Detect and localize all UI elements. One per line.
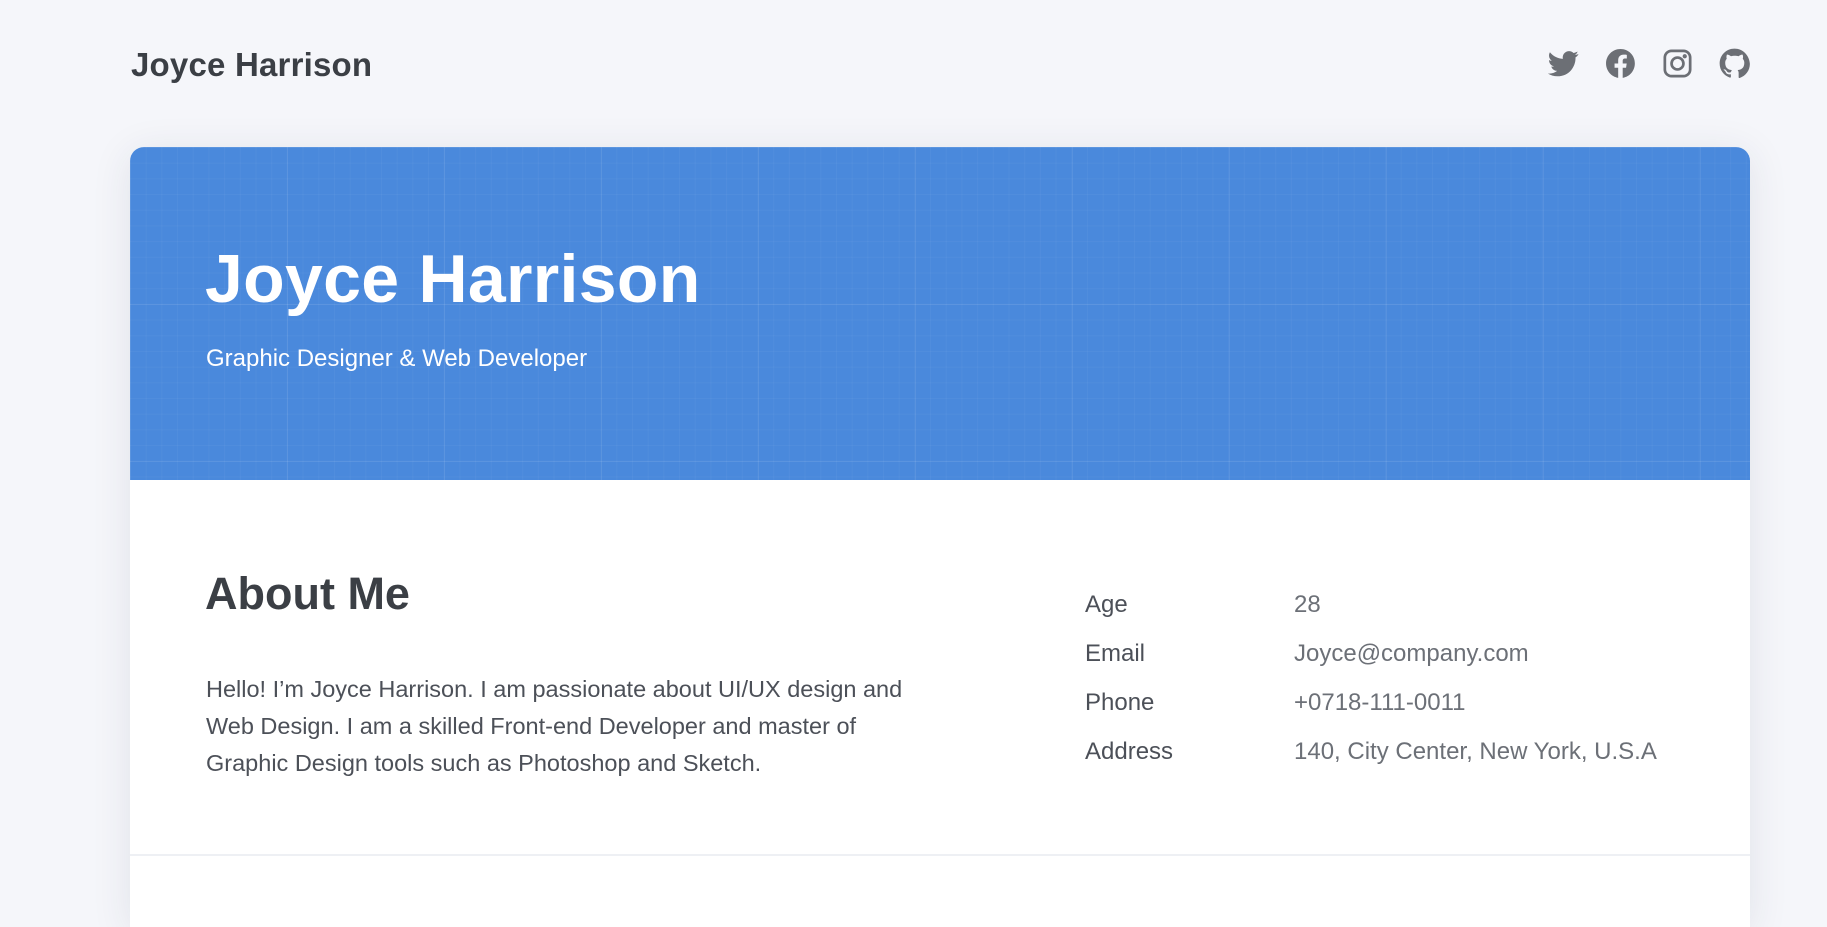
facebook-icon [1606,49,1635,78]
social-links [1548,48,1750,79]
brand-logo-text[interactable]: Joyce Harrison [131,46,372,84]
hero-name: Joyce Harrison [205,241,701,317]
facebook-link[interactable] [1605,48,1636,79]
info-value: 140, City Center, New York, U.S.A [1294,738,1657,765]
info-label: Phone [1085,689,1155,716]
resume-card: Joyce Harrison Graphic Designer & Web De… [130,147,1750,927]
hero-role: Graphic Designer & Web Developer [206,345,588,372]
info-label: Address [1085,738,1174,765]
info-label: Age [1085,591,1128,618]
hero-banner: Joyce Harrison Graphic Designer & Web De… [130,147,1750,480]
info-label: Email [1085,640,1146,667]
github-link[interactable] [1719,48,1750,79]
twitter-icon [1548,51,1579,77]
instagram-icon [1663,49,1692,78]
github-icon [1719,48,1750,78]
info-value: Joyce@company.com [1294,640,1529,667]
about-text: Hello! I’m Joyce Harrison. I am passiona… [206,676,903,776]
instagram-link[interactable] [1662,48,1693,79]
section-divider [130,854,1750,856]
twitter-link[interactable] [1548,48,1579,79]
about-title: About Me [205,568,410,619]
info-value: +0718-111-0011 [1294,689,1466,716]
top-navbar: Joyce Harrison [0,0,1827,130]
info-value: 28 [1294,591,1321,618]
